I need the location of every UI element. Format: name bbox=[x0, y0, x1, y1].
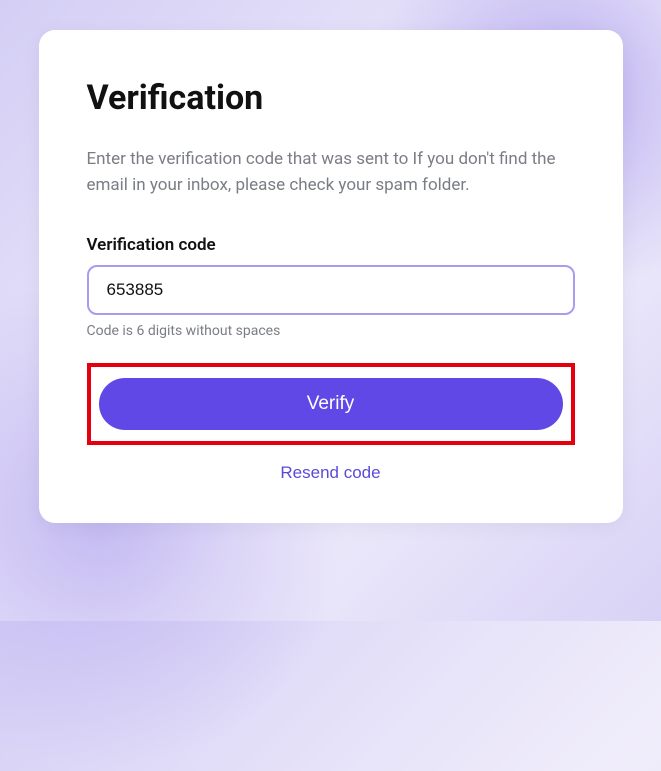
verification-description: Enter the verification code that was sen… bbox=[87, 146, 575, 199]
page-title: Verification bbox=[87, 78, 575, 118]
description-part1: Enter the verification code that was sen… bbox=[87, 149, 413, 169]
verification-code-input[interactable] bbox=[87, 265, 575, 315]
code-field-label: Verification code bbox=[87, 235, 575, 255]
verify-button[interactable]: Verify bbox=[99, 378, 563, 430]
verification-card: Verification Enter the verification code… bbox=[39, 30, 623, 523]
verify-highlight-box: Verify bbox=[87, 363, 575, 445]
resend-code-link[interactable]: Resend code bbox=[87, 463, 575, 483]
code-hint: Code is 6 digits without spaces bbox=[87, 323, 575, 339]
